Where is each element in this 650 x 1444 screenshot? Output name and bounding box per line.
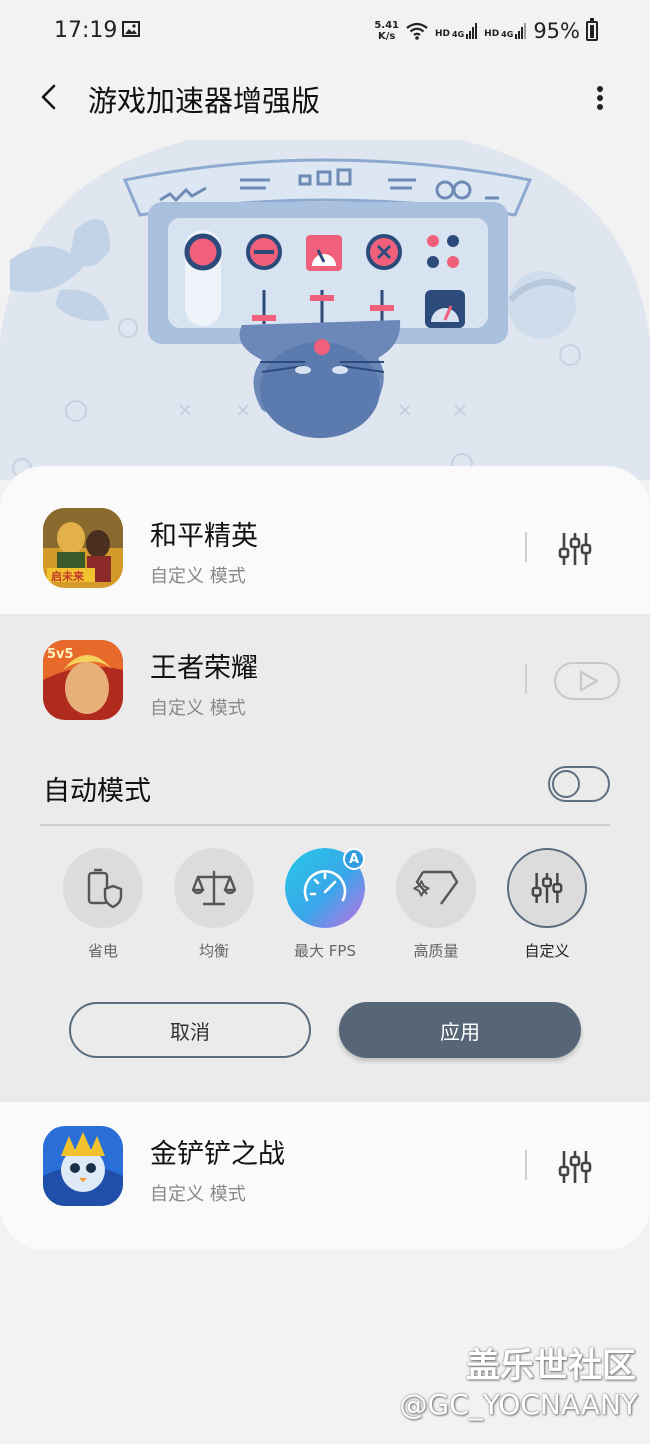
list-item[interactable]: 金铲铲之战 自定义 模式 bbox=[0, 1102, 650, 1232]
mode-label: 省电 bbox=[87, 942, 118, 960]
mode-power-saving[interactable]: 省电 bbox=[53, 846, 153, 966]
game-name: 金铲铲之战 bbox=[150, 1139, 285, 1170]
sliders-icon bbox=[558, 1151, 592, 1183]
network-speed: 5.41 K/s bbox=[374, 20, 399, 42]
signal-bars-icon bbox=[466, 23, 478, 39]
game-settings-button[interactable] bbox=[550, 524, 600, 574]
more-options-button[interactable] bbox=[582, 78, 618, 118]
game-settings-button[interactable] bbox=[550, 1142, 600, 1192]
chevron-left-icon bbox=[41, 84, 56, 110]
watermark-username: @GC_YOCNAANY bbox=[399, 1388, 639, 1421]
game-mode: 自定义 模式 bbox=[150, 1184, 246, 1205]
image-notification-icon bbox=[122, 21, 140, 37]
toggle-knob bbox=[552, 770, 580, 798]
sliders-icon bbox=[531, 872, 563, 904]
mode-label: 高质量 bbox=[413, 942, 459, 960]
mode-icon-circle bbox=[174, 848, 254, 928]
auto-mode-label: 自动模式 bbox=[43, 776, 151, 807]
battery-icon bbox=[586, 18, 598, 41]
signal-sim2: HD 4G bbox=[484, 23, 527, 39]
balance-scale-icon bbox=[192, 870, 236, 906]
battery-shield-icon bbox=[87, 868, 123, 909]
expanded-game-panel: 5v5 王者荣耀 自定义 模式 自动模式 省电 均衡 A 最大 FPS 高质量 … bbox=[0, 614, 650, 1102]
signal-bars-icon bbox=[515, 23, 527, 39]
mode-icon-circle bbox=[396, 848, 476, 928]
status-indicators: 5.41 K/s HD 4G HD 4G 95% bbox=[374, 16, 598, 46]
mode-balanced[interactable]: 均衡 bbox=[164, 846, 264, 966]
game-name: 王者荣耀 bbox=[150, 653, 258, 684]
status-time: 17:19 bbox=[54, 18, 118, 43]
more-vertical-icon bbox=[597, 86, 603, 110]
launch-game-button[interactable] bbox=[552, 656, 622, 706]
status-bar: 17:19 5.41 K/s HD 4G HD 4G 95% bbox=[0, 0, 650, 62]
divider bbox=[525, 664, 527, 694]
auto-badge: A bbox=[343, 848, 365, 870]
divider bbox=[525, 1150, 527, 1180]
app-bar: 游戏加速器增强版 bbox=[0, 62, 650, 132]
mode-icon-circle bbox=[63, 848, 143, 928]
mode-label: 均衡 bbox=[198, 942, 229, 960]
cancel-button[interactable]: 取消 bbox=[69, 1002, 311, 1058]
game-list-card: 启未来 和平精英 自定义 模式 5v5 王者荣耀 自定义 模式 自动模式 省电 … bbox=[0, 466, 650, 1250]
game-app-icon bbox=[43, 1126, 123, 1206]
game-mode: 自定义 模式 bbox=[150, 698, 246, 719]
mode-icon-circle bbox=[507, 848, 587, 928]
mode-max-fps[interactable]: A 最大 FPS bbox=[275, 846, 375, 966]
signal-sim1: HD 4G bbox=[435, 23, 478, 39]
hero-illustration bbox=[0, 140, 650, 480]
divider bbox=[40, 824, 610, 826]
game-app-icon: 启未来 bbox=[43, 508, 123, 588]
svg-text:启未来: 启未来 bbox=[51, 569, 85, 583]
list-item[interactable]: 启未来 和平精英 自定义 模式 bbox=[0, 466, 650, 596]
mode-high-quality[interactable]: 高质量 bbox=[386, 846, 486, 966]
apply-button[interactable]: 应用 bbox=[339, 1002, 581, 1058]
watermark-community: 盖乐世社区 bbox=[466, 1346, 636, 1386]
svg-text:5v5: 5v5 bbox=[47, 647, 74, 662]
play-icon bbox=[554, 662, 620, 700]
battery-percent: 95% bbox=[533, 19, 580, 43]
divider bbox=[525, 532, 527, 562]
auto-mode-toggle[interactable] bbox=[548, 766, 610, 802]
mode-label: 自定义 bbox=[524, 942, 570, 960]
game-mode: 自定义 模式 bbox=[150, 566, 246, 587]
mode-label: 最大 FPS bbox=[294, 942, 356, 960]
page-title: 游戏加速器增强版 bbox=[88, 84, 321, 118]
game-name: 和平精英 bbox=[150, 521, 258, 552]
mode-custom[interactable]: 自定义 bbox=[497, 846, 597, 966]
diamond-sparkle-icon bbox=[413, 870, 459, 905]
game-app-icon: 5v5 bbox=[43, 640, 123, 720]
wifi-icon bbox=[406, 22, 428, 40]
sliders-icon bbox=[558, 533, 592, 565]
back-button[interactable] bbox=[28, 76, 70, 118]
